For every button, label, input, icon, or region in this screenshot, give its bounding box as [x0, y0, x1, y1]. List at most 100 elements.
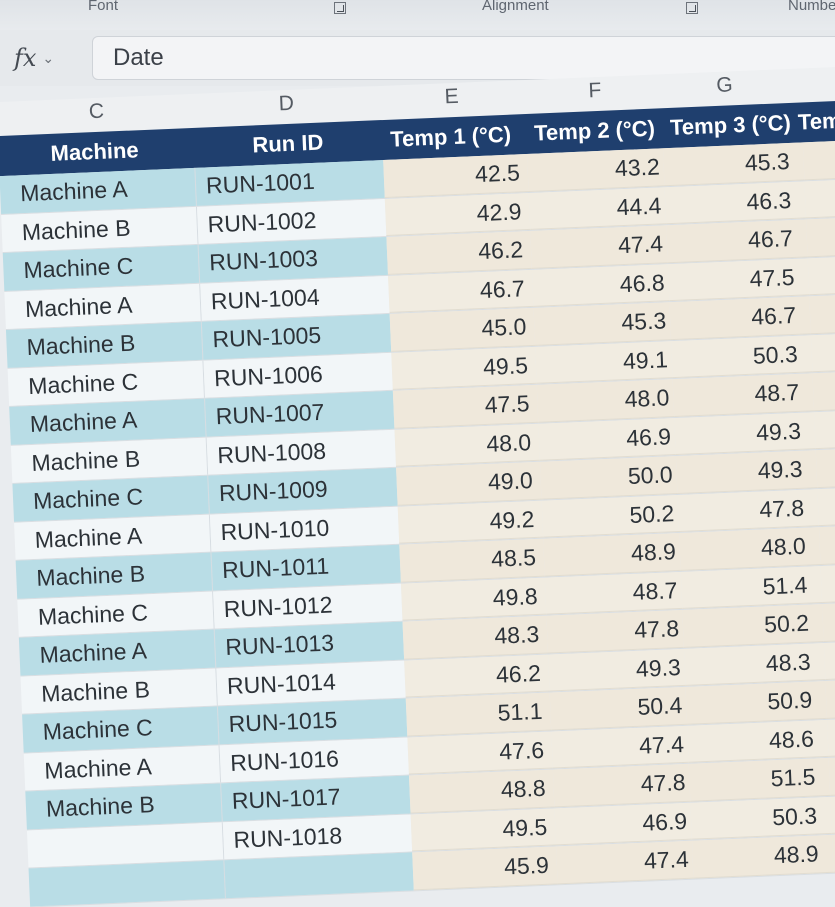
run-id-cell[interactable] — [224, 852, 414, 898]
temp-2-cell[interactable]: 47.8 — [552, 763, 691, 807]
run-id-cell[interactable]: RUN-1002 — [196, 198, 387, 244]
temp-1-cell[interactable]: 48.0 — [394, 423, 540, 467]
temp-1-cell[interactable]: 49.5 — [391, 346, 537, 390]
run-id-cell[interactable]: RUN-1004 — [200, 275, 390, 321]
temp-2-cell[interactable]: 49.3 — [548, 648, 686, 692]
run-id-cell[interactable]: RUN-1006 — [203, 352, 393, 398]
temp-2-cell[interactable]: 46.9 — [554, 802, 692, 846]
run-id-cell[interactable]: RUN-1005 — [201, 313, 392, 360]
temp-1-cell[interactable]: 42.5 — [383, 153, 529, 198]
temp-1-cell[interactable]: 46.7 — [388, 269, 534, 313]
run-id-cell[interactable]: RUN-1013 — [214, 621, 405, 667]
temp-3-cell[interactable]: 50.3 — [670, 334, 813, 379]
alignment-dialog-launcher-icon[interactable] — [686, 2, 698, 14]
header-temp-4-partial[interactable]: Tem — [797, 108, 835, 136]
temp-3-cell[interactable]: 46.3 — [664, 180, 806, 225]
temp-2-cell[interactable]: 48.9 — [543, 532, 681, 577]
chevron-down-icon[interactable]: ⌄ — [42, 50, 54, 67]
machine-cell[interactable] — [28, 860, 226, 906]
temp-2-cell[interactable]: 47.4 — [530, 225, 668, 269]
temp-4-cell[interactable] — [810, 330, 835, 373]
run-id-cell[interactable]: RUN-1015 — [217, 698, 408, 744]
temp-4-cell[interactable] — [802, 138, 835, 180]
temp-1-cell[interactable]: 47.6 — [407, 730, 553, 775]
temp-4-cell[interactable] — [809, 292, 835, 334]
run-id-cell[interactable]: RUN-1017 — [221, 775, 411, 821]
temp-2-cell[interactable]: 46.8 — [531, 263, 670, 307]
temp-1-cell[interactable]: 42.9 — [384, 192, 531, 236]
font-dialog-launcher-icon[interactable] — [334, 2, 346, 14]
temp-3-cell[interactable]: 46.7 — [669, 296, 811, 340]
run-id-cell[interactable]: RUN-1016 — [219, 737, 409, 783]
temp-3-cell[interactable]: 51.5 — [688, 757, 831, 802]
temp-1-cell[interactable]: 49.8 — [400, 577, 547, 621]
temp-1-cell[interactable]: 49.5 — [410, 807, 557, 852]
temp-1-cell[interactable]: 48.3 — [402, 615, 548, 660]
temp-2-cell[interactable]: 48.7 — [544, 571, 683, 615]
run-id-cell[interactable]: RUN-1001 — [195, 160, 385, 206]
temp-4-cell[interactable] — [830, 792, 835, 834]
temp-4-cell[interactable] — [822, 600, 835, 642]
temp-1-cell[interactable]: 49.2 — [397, 500, 544, 544]
temp-2-cell[interactable]: 47.4 — [551, 725, 689, 769]
temp-3-cell[interactable]: 48.0 — [679, 527, 821, 571]
temp-4-cell[interactable] — [820, 561, 835, 604]
temp-2-cell[interactable]: 43.2 — [527, 148, 665, 192]
temp-4-cell[interactable] — [812, 369, 835, 411]
temp-4-cell[interactable] — [818, 523, 835, 565]
temp-4-cell[interactable] — [815, 446, 835, 488]
header-temp-2[interactable]: Temp 2 (°C) — [534, 116, 656, 147]
run-id-cell[interactable]: RUN-1008 — [206, 429, 397, 475]
temp-2-cell[interactable]: 47.8 — [546, 609, 684, 654]
temp-1-cell[interactable]: 46.2 — [404, 654, 550, 698]
temp-4-cell[interactable] — [807, 253, 835, 296]
temp-1-cell[interactable]: 47.5 — [392, 384, 539, 429]
temp-1-cell[interactable]: 45.0 — [389, 307, 536, 352]
temp-3-cell[interactable]: 48.7 — [672, 373, 815, 417]
temp-2-cell[interactable]: 45.3 — [533, 302, 671, 346]
temp-2-cell[interactable]: 50.4 — [549, 686, 688, 730]
temp-1-cell[interactable]: 49.0 — [396, 461, 542, 506]
temp-4-cell[interactable] — [804, 176, 835, 219]
column-header-f[interactable]: F — [588, 79, 602, 104]
run-id-cell[interactable]: RUN-1012 — [213, 583, 403, 629]
temp-4-cell[interactable] — [823, 638, 835, 680]
header-run-id[interactable]: Run ID — [252, 130, 324, 159]
temp-4-cell[interactable] — [806, 215, 835, 257]
temp-1-cell[interactable]: 45.9 — [412, 846, 558, 890]
temp-1-cell[interactable]: 48.8 — [408, 769, 555, 813]
temp-2-cell[interactable]: 44.4 — [528, 186, 667, 230]
temp-3-cell[interactable]: 48.3 — [683, 642, 826, 686]
temp-3-cell[interactable]: 48.9 — [691, 834, 834, 879]
run-id-cell[interactable]: RUN-1010 — [209, 506, 400, 552]
temp-3-cell[interactable]: 49.3 — [675, 450, 818, 494]
temp-3-cell[interactable]: 50.3 — [690, 796, 832, 840]
insert-function-button[interactable]: fx ⌄ — [8, 38, 82, 78]
temp-1-cell[interactable]: 48.5 — [399, 538, 545, 583]
temp-4-cell[interactable] — [825, 676, 835, 719]
worksheet-grid[interactable]: C D E F G Machine Run ID Temp 1 (°C) Tem… — [0, 64, 835, 907]
column-header-d[interactable]: D — [278, 92, 294, 117]
temp-3-cell[interactable]: 50.9 — [685, 680, 827, 725]
temp-2-cell[interactable]: 46.9 — [538, 417, 676, 461]
temp-2-cell[interactable]: 50.2 — [541, 494, 680, 538]
temp-2-cell[interactable]: 48.0 — [536, 379, 675, 423]
run-id-cell[interactable]: RUN-1011 — [211, 544, 401, 591]
temp-1-cell[interactable]: 46.2 — [386, 230, 532, 275]
temp-1-cell[interactable]: 51.1 — [405, 692, 552, 737]
temp-2-cell[interactable]: 50.0 — [539, 456, 678, 500]
column-header-e[interactable]: E — [444, 85, 459, 110]
run-id-cell[interactable]: RUN-1007 — [205, 390, 395, 437]
temp-3-cell[interactable]: 45.3 — [662, 142, 805, 186]
run-id-cell[interactable]: RUN-1003 — [198, 236, 388, 283]
temp-2-cell[interactable]: 49.1 — [535, 340, 673, 384]
column-header-g[interactable]: G — [716, 73, 733, 98]
header-machine[interactable]: Machine — [50, 137, 139, 167]
temp-4-cell[interactable] — [826, 715, 835, 757]
temp-3-cell[interactable]: 48.6 — [687, 719, 829, 763]
temp-2-cell[interactable]: 47.4 — [556, 840, 694, 884]
header-temp-1[interactable]: Temp 1 (°C) — [390, 122, 512, 153]
temp-3-cell[interactable]: 50.2 — [682, 604, 824, 648]
run-id-cell[interactable]: RUN-1018 — [222, 813, 413, 860]
temp-3-cell[interactable]: 47.8 — [677, 488, 819, 532]
